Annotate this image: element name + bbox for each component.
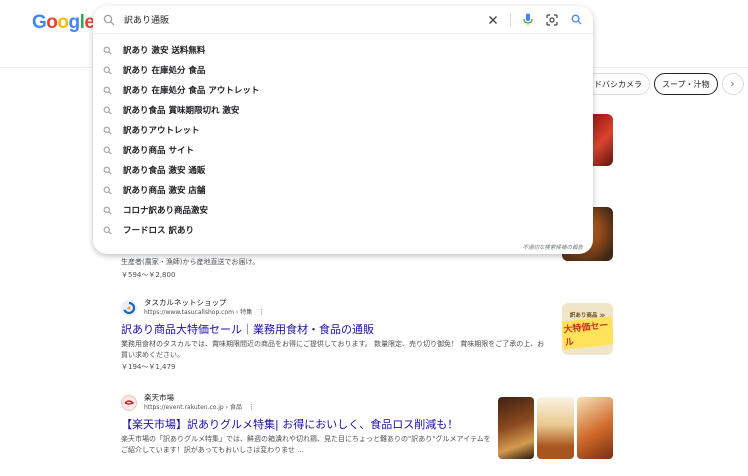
filter-chips: ヨドバシカメラ スープ・汁物 › <box>584 73 744 95</box>
google-logo[interactable]: Google <box>32 12 95 34</box>
search-bar <box>93 6 593 34</box>
search-icon <box>103 206 112 215</box>
divider <box>510 12 511 27</box>
search-submit-icon[interactable] <box>569 13 583 27</box>
suggestion-text: 訳あり 在庫処分 食品 アウトレット <box>123 86 260 96</box>
search-autocomplete-panel: 訳あり 激安 送料無料 訳あり 在庫処分 食品 訳あり 在庫処分 食品 アウトレ… <box>93 6 593 254</box>
site-name: タスカルネットショップ <box>144 298 227 307</box>
search-icon <box>103 226 112 235</box>
suggestion-item[interactable]: 訳あり商品 激安 店舗 <box>93 180 593 200</box>
suggestion-item[interactable]: 訳あり 激安 送料無料 <box>93 40 593 60</box>
suggestion-text: 訳あり 在庫処分 食品 <box>123 66 206 76</box>
search-results-page: Google ヨドバシカメラ スープ・汁物 › 生産者(農家・漁師)から産地直送… <box>0 0 748 476</box>
close-icon[interactable] <box>486 13 500 27</box>
suggestion-text: 訳ありアウトレット <box>123 126 200 136</box>
result-image-strip[interactable] <box>498 397 613 459</box>
search-icon <box>103 146 112 155</box>
suggestion-text: 訳あり商品 サイト <box>123 146 194 156</box>
suggestion-item[interactable]: 訳あり商品 サイト <box>93 140 593 160</box>
result-thumbnail[interactable] <box>576 397 613 459</box>
result-site-row[interactable]: 楽天市場 https://event.rakuten.co.jp › 食品 ⋮ <box>121 393 491 412</box>
search-icon <box>103 46 112 55</box>
search-input[interactable] <box>124 14 486 25</box>
result-thumbnail[interactable] <box>537 397 574 459</box>
search-result: 楽天市場 https://event.rakuten.co.jp › 食品 ⋮ 【… <box>121 393 491 455</box>
suggestion-item[interactable]: 訳あり食品 激安 通販 <box>93 160 593 180</box>
logo-letter: o <box>57 12 69 33</box>
result-thumbnail[interactable] <box>498 397 535 459</box>
search-result: タスカルネットショップ https://www.tasucallshop.com… <box>121 298 551 372</box>
thumb-caption-big: 大特価セール <box>562 316 613 350</box>
report-suggestions-link[interactable]: 不適切な検索候補の報告 <box>522 243 583 251</box>
result-description: 業務用食材のタスカルでは、賞味期限間近の商品をお得にご提供しております。 数量限… <box>121 340 545 359</box>
logo-letter: g <box>68 12 81 33</box>
tasucall-favicon <box>121 299 137 316</box>
result-title-link[interactable]: 【楽天市場】訳ありグルメ特集| お得においしく、食品ロス削減も！ <box>121 417 491 432</box>
camera-lens-icon[interactable] <box>545 13 559 27</box>
site-url: https://event.rakuten.co.jp › 食品 <box>144 404 242 411</box>
more-options-icon[interactable]: ⋮ <box>248 403 255 412</box>
search-icon <box>103 14 115 25</box>
search-icon <box>103 186 112 195</box>
suggestion-text: 訳あり食品 激安 通販 <box>123 166 206 176</box>
result-title-link[interactable]: 訳あり商品大特価セール｜業務用食材・食品の通販 <box>121 322 551 337</box>
suggestion-text: 訳あり商品 激安 店舗 <box>123 186 206 196</box>
chevron-right-icon[interactable]: › <box>721 73 744 95</box>
suggestion-item[interactable]: 訳あり食品 賞味期限切れ 激安 <box>93 100 593 120</box>
result-price: ￥194〜￥1,479 <box>121 363 176 371</box>
logo-letter: G <box>32 12 47 33</box>
suggestion-item[interactable]: 訳あり 在庫処分 食品 <box>93 60 593 80</box>
search-icon <box>103 86 112 95</box>
suggestion-item[interactable]: フードロス 訳あり <box>93 220 593 240</box>
chip-soup[interactable]: スープ・汁物 <box>654 73 718 95</box>
result-thumbnail[interactable]: 訳あり商品 ≫ 大特価セール <box>562 303 613 355</box>
site-url: https://www.tasucallshop.com › 特集 <box>144 309 253 316</box>
site-name: 楽天市場 <box>144 393 174 402</box>
result-snippet-tail: 生産者(農家・漁師)から産地直送でお届け。 <box>121 258 260 266</box>
result-price: ￥594〜￥2,800 <box>121 271 176 279</box>
search-icon <box>103 106 112 115</box>
suggestion-item[interactable]: 訳ありアウトレット <box>93 120 593 140</box>
search-icon <box>103 166 112 175</box>
suggestion-text: 訳あり 激安 送料無料 <box>123 46 206 56</box>
suggestion-item[interactable]: コロナ訳あり商品激安 <box>93 200 593 220</box>
chip-yodobashi[interactable]: ヨドバシカメラ <box>584 73 650 95</box>
result-description: 楽天市場の「訳ありグルメ特集」では、鮮週の箱潰れや切れ鶏、見た目にちょっと難あり… <box>121 435 491 454</box>
logo-letter: o <box>46 12 58 33</box>
search-icon <box>103 126 112 135</box>
suggestion-text: フードロス 訳あり <box>123 226 194 236</box>
suggestion-text: 訳あり食品 賞味期限切れ 激安 <box>123 106 240 116</box>
suggestion-item[interactable]: 訳あり 在庫処分 食品 アウトレット <box>93 80 593 100</box>
microphone-icon[interactable] <box>521 13 535 27</box>
rakuten-favicon <box>121 394 137 411</box>
suggestion-list: 訳あり 激安 送料無料 訳あり 在庫処分 食品 訳あり 在庫処分 食品 アウトレ… <box>93 40 593 240</box>
result-site-row[interactable]: タスカルネットショップ https://www.tasucallshop.com… <box>121 298 551 317</box>
suggestion-text: コロナ訳あり商品激安 <box>123 206 209 216</box>
search-icon <box>103 66 112 75</box>
more-options-icon[interactable]: ⋮ <box>258 308 265 317</box>
